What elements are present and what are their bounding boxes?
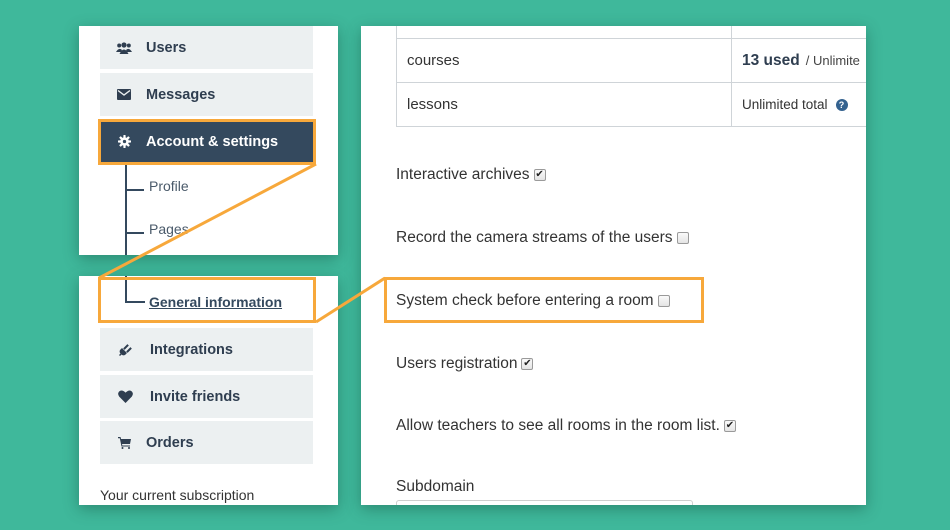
sidebar-item-users[interactable]: Users xyxy=(100,26,313,69)
tree-line xyxy=(125,276,127,302)
option-system-check: System check before entering a room xyxy=(396,292,670,310)
teachers-see-all-rooms-checkbox[interactable]: ✔ xyxy=(723,420,736,432)
plug-icon xyxy=(117,342,133,358)
sidebar-item-label: Users xyxy=(146,39,187,56)
users-registration-checkbox[interactable]: ✔ xyxy=(521,358,534,370)
record-camera-streams-checkbox[interactable] xyxy=(676,232,689,244)
subscription-caption: Your current subscription xyxy=(100,487,255,503)
option-teachers-see-all-rooms: Allow teachers to see all rooms in the r… xyxy=(396,417,736,435)
sidebar-item-invite-friends[interactable]: Invite friends xyxy=(100,375,313,418)
tree-branch xyxy=(125,301,145,303)
sidebar-subitem-general-information[interactable]: General information xyxy=(149,294,282,310)
option-label: Interactive archives xyxy=(396,166,530,183)
option-label: Record the camera streams of the users xyxy=(396,229,673,246)
sidebar-item-account-settings[interactable]: Account & settings xyxy=(100,120,313,163)
question-circle-icon[interactable]: ? xyxy=(835,99,848,111)
subdomain-input[interactable] xyxy=(396,500,693,505)
sidebar-item-label: Integrations xyxy=(150,341,233,358)
sidebar-item-messages[interactable]: Messages xyxy=(100,73,313,116)
table-row: lessons Unlimited total? xyxy=(396,82,866,127)
tree-branch xyxy=(125,189,144,191)
sidebar-item-label: Invite friends xyxy=(150,388,241,405)
envelope-icon xyxy=(116,87,132,103)
usage-name: courses xyxy=(396,38,732,83)
table-row: courses 13 used / Unlimite xyxy=(396,38,866,83)
option-label: Allow teachers to see all rooms in the r… xyxy=(396,417,720,434)
sidebar-top-panel: Users Messages Account & settings Profil… xyxy=(79,26,338,255)
option-users-registration: Users registration ✔ xyxy=(396,355,534,373)
system-check-checkbox[interactable] xyxy=(657,295,670,307)
cart-icon xyxy=(116,435,132,451)
gear-icon xyxy=(116,134,132,150)
users-icon xyxy=(116,40,132,56)
sidebar-bottom-panel: General information Integrations Invite … xyxy=(79,276,338,505)
option-label: Users registration xyxy=(396,355,518,372)
sidebar-item-label: Messages xyxy=(146,86,216,103)
sidebar-subitem-pages[interactable]: Pages xyxy=(149,221,189,237)
heart-icon xyxy=(117,389,133,405)
sidebar-subitem-profile[interactable]: Profile xyxy=(149,178,189,194)
interactive-archives-checkbox[interactable]: ✔ xyxy=(533,169,546,181)
sidebar-item-orders[interactable]: Orders xyxy=(100,421,313,464)
sidebar-item-label: Account & settings xyxy=(146,133,279,150)
subdomain-label: Subdomain xyxy=(396,478,475,495)
sidebar-item-integrations[interactable]: Integrations xyxy=(100,328,313,371)
tree-line xyxy=(125,165,127,255)
option-record-camera-streams: Record the camera streams of the users xyxy=(396,229,689,247)
usage-table: courses 13 used / Unlimite lessons Unlimi… xyxy=(396,26,866,127)
tree-branch xyxy=(125,232,144,234)
usage-limit: / Unlimite xyxy=(805,52,860,68)
usage-name: lessons xyxy=(396,82,732,127)
option-label: System check before entering a room xyxy=(396,292,654,309)
usage-limit: Unlimited total xyxy=(742,97,828,112)
usage-value: Unlimited total? xyxy=(731,82,866,127)
usage-value: 13 used / Unlimite xyxy=(731,38,866,83)
settings-panel: courses 13 used / Unlimite lessons Unlimi… xyxy=(361,26,866,505)
option-interactive-archives: Interactive archives ✔ xyxy=(396,166,546,184)
used-count: 13 used xyxy=(742,51,800,69)
table-row xyxy=(396,26,866,39)
sidebar-item-label: Orders xyxy=(146,434,194,451)
